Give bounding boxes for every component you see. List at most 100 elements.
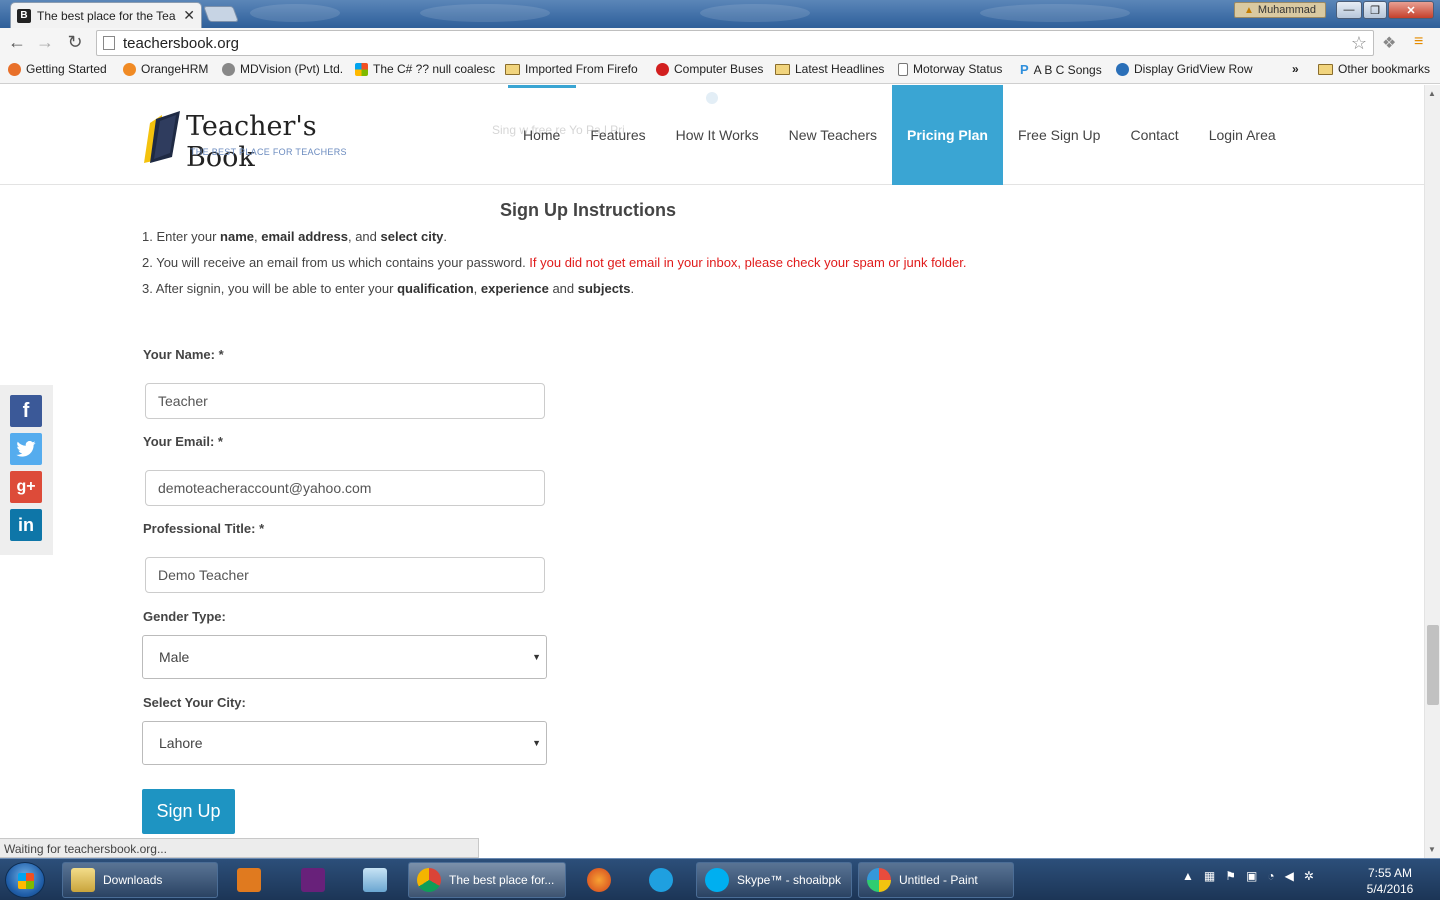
bookmark-folder[interactable]: Imported From Firefo bbox=[505, 62, 638, 76]
nav-free-sign-up[interactable]: Free Sign Up bbox=[1003, 85, 1115, 185]
nav-new-teachers[interactable]: New Teachers bbox=[774, 85, 892, 185]
bookmark-folder[interactable]: Latest Headlines bbox=[775, 62, 884, 76]
bookmarks-bar: Getting Started OrangeHRM MDVision (Pvt)… bbox=[0, 58, 1440, 84]
titlebar-decoration bbox=[420, 4, 550, 22]
city-select[interactable]: Lahore ▼ bbox=[142, 721, 547, 765]
tray-expand-icon[interactable]: ▲ bbox=[1182, 869, 1194, 883]
tray-flag-icon[interactable]: ⚑ bbox=[1225, 869, 1236, 883]
nav-how-it-works[interactable]: How It Works bbox=[661, 85, 774, 185]
asp-icon bbox=[1116, 62, 1129, 76]
facebook-icon[interactable]: f bbox=[10, 395, 42, 427]
nav-login-area[interactable]: Login Area bbox=[1194, 85, 1291, 185]
sign-up-button[interactable]: Sign Up bbox=[142, 789, 235, 834]
professional-title-label: Professional Title: * bbox=[143, 521, 265, 536]
scroll-down-arrow-icon[interactable]: ▼ bbox=[1428, 845, 1436, 854]
chrome-icon bbox=[417, 868, 441, 892]
bookmark-star-icon[interactable]: ☆ bbox=[1351, 33, 1367, 54]
tray-volume-icon[interactable]: ◀ bbox=[1285, 869, 1294, 883]
gender-select[interactable]: Male ▼ bbox=[142, 635, 547, 679]
tab-favicon-icon: B bbox=[17, 8, 31, 23]
taskbar-skype[interactable]: Skype™ - shoaibpk bbox=[696, 862, 852, 898]
nav-features[interactable]: Features bbox=[575, 85, 660, 185]
tray-app-icon[interactable]: ▦ bbox=[1204, 869, 1215, 883]
close-window-button[interactable]: ✕ bbox=[1388, 1, 1434, 19]
twitter-icon[interactable] bbox=[10, 433, 42, 465]
tray-network-icon[interactable]: ◔ bbox=[1267, 869, 1274, 883]
nav-home[interactable]: Home bbox=[508, 85, 575, 185]
menu-icon[interactable]: ≡ bbox=[1414, 33, 1423, 51]
titlebar-decoration bbox=[700, 4, 810, 22]
spam-warning-text: If you did not get email in your inbox, … bbox=[529, 255, 967, 270]
media-player-icon bbox=[237, 868, 261, 892]
clock-date: 5/4/2016 bbox=[1366, 882, 1414, 896]
taskbar-label: Downloads bbox=[103, 873, 163, 887]
email-label: Your Email: * bbox=[143, 434, 223, 449]
taskbar-paint[interactable]: Untitled - Paint bbox=[858, 862, 1014, 898]
tab-title: The best place for the Tea bbox=[37, 8, 176, 23]
tray-sync-icon[interactable]: ✲ bbox=[1304, 869, 1314, 883]
linkedin-icon[interactable]: in bbox=[10, 509, 42, 541]
bookmark-item[interactable]: P A B C Songs bbox=[1020, 62, 1102, 77]
dropdown-caret-icon: ▼ bbox=[532, 738, 541, 748]
bookmark-item[interactable]: Display GridView Row bbox=[1116, 62, 1252, 76]
email-input[interactable] bbox=[145, 470, 545, 506]
address-bar[interactable]: teachersbook.org ☆ bbox=[96, 30, 1374, 56]
site-logo[interactable]: Teacher's Book THE BEST PLACE FOR TEACHE… bbox=[142, 107, 372, 173]
folder-icon bbox=[71, 868, 95, 892]
bookmark-item[interactable]: The C# ?? null coalesc bbox=[355, 62, 495, 76]
restore-button[interactable]: ❐ bbox=[1363, 1, 1387, 19]
reload-icon[interactable]: ↻ bbox=[64, 32, 86, 53]
warning-icon: ▲ bbox=[1244, 4, 1254, 16]
main-nav: Home Features How It Works New Teachers … bbox=[508, 85, 1291, 185]
bookmark-item[interactable]: Computer Buses bbox=[656, 62, 763, 76]
profile-button[interactable]: ▲ Muhammad bbox=[1234, 2, 1326, 18]
bookmark-item[interactable]: OrangeHRM bbox=[123, 62, 208, 76]
taskbar-firefox[interactable] bbox=[574, 862, 624, 898]
bookmark-item[interactable]: Motorway Status bbox=[898, 62, 1002, 76]
back-arrow-icon[interactable]: ← bbox=[6, 32, 28, 53]
new-tab-button[interactable] bbox=[203, 6, 239, 22]
bookmark-label: Getting Started bbox=[26, 62, 107, 76]
bookmark-item[interactable]: Getting Started bbox=[8, 62, 107, 76]
taskbar-clock[interactable]: 7:55 AM 5/4/2016 bbox=[1360, 865, 1420, 897]
taskbar-notepad[interactable] bbox=[350, 862, 400, 898]
windows-flag-icon bbox=[18, 873, 34, 889]
scroll-thumb[interactable] bbox=[1427, 625, 1439, 705]
start-button[interactable] bbox=[5, 862, 45, 898]
taskbar-downloads[interactable]: Downloads bbox=[62, 862, 218, 898]
bookmarks-overflow-button[interactable]: » bbox=[1292, 62, 1299, 76]
taskbar-media-player[interactable] bbox=[224, 862, 274, 898]
page-scrollbar[interactable]: ▲ ▼ bbox=[1424, 85, 1440, 858]
browser-tab[interactable]: B The best place for the Tea ✕ bbox=[10, 2, 202, 28]
taskbar-label: Untitled - Paint bbox=[899, 873, 978, 887]
paint-icon bbox=[867, 868, 891, 892]
nav-contact[interactable]: Contact bbox=[1115, 85, 1193, 185]
gender-selected-value: Male bbox=[159, 649, 190, 665]
nav-pricing-plan[interactable]: Pricing Plan bbox=[892, 85, 1003, 185]
folder-icon bbox=[775, 63, 790, 75]
social-share-bar: f g+ in bbox=[0, 385, 53, 555]
internet-explorer-icon bbox=[649, 868, 673, 892]
bookmark-item[interactable]: MDVision (Pvt) Ltd. bbox=[222, 62, 343, 76]
tray-device-icon[interactable]: ▣ bbox=[1246, 869, 1257, 883]
name-input[interactable] bbox=[145, 383, 545, 419]
clock-time: 7:55 AM bbox=[1367, 866, 1413, 880]
site-header: Teacher's Book THE BEST PLACE FOR TEACHE… bbox=[0, 85, 1424, 185]
browser-toolbar: ← → ↻ teachersbook.org ☆ ❖ ≡ bbox=[0, 28, 1440, 58]
minimize-button[interactable]: — bbox=[1336, 1, 1362, 19]
taskbar-chrome[interactable]: The best place for... bbox=[408, 862, 566, 898]
logo-tagline: THE BEST PLACE FOR TEACHERS bbox=[190, 147, 347, 157]
forward-arrow-icon[interactable]: → bbox=[34, 32, 56, 53]
other-bookmarks-folder[interactable]: Other bookmarks bbox=[1318, 62, 1430, 76]
tab-close-icon[interactable]: ✕ bbox=[183, 7, 195, 24]
taskbar-internet-explorer[interactable] bbox=[636, 862, 686, 898]
bookmark-label: The C# ?? null coalesc bbox=[373, 62, 496, 76]
taskbar-visual-studio[interactable] bbox=[288, 862, 338, 898]
overflow-chevron-icon: » bbox=[1292, 62, 1299, 76]
dropbox-icon[interactable]: ❖ bbox=[1382, 33, 1396, 53]
googleplus-icon[interactable]: g+ bbox=[10, 471, 42, 503]
bookmark-label: MDVision (Pvt) Ltd. bbox=[240, 62, 344, 76]
scroll-up-arrow-icon[interactable]: ▲ bbox=[1428, 89, 1436, 98]
professional-title-input[interactable] bbox=[145, 557, 545, 593]
page-icon bbox=[898, 62, 908, 76]
